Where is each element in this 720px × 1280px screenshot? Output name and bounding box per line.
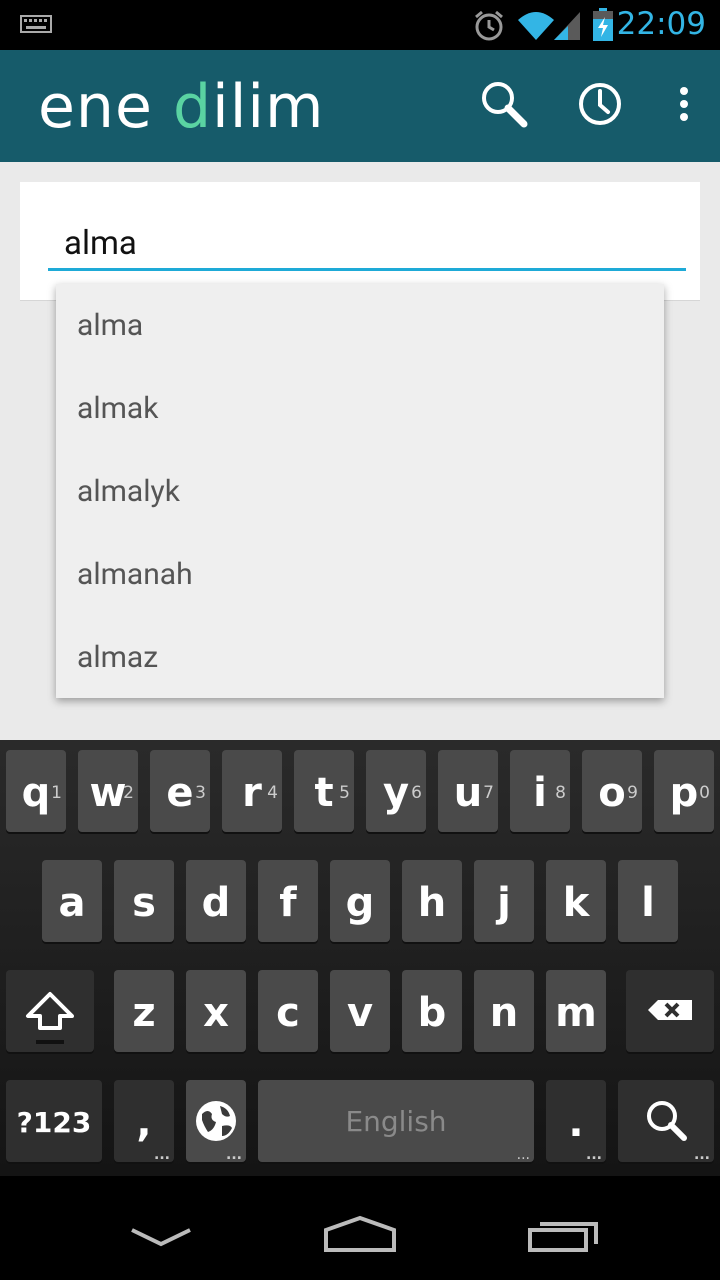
key-hint: 5 (339, 783, 350, 803)
key-label: y (382, 770, 410, 816)
key-g[interactable]: g (330, 860, 390, 942)
logo-text-1: ene (38, 72, 173, 142)
key-p[interactable]: p0 (654, 750, 714, 832)
key-j[interactable]: j (474, 860, 534, 942)
key-r[interactable]: r4 (222, 750, 282, 832)
key-label: e (166, 770, 194, 816)
key-k[interactable]: k (546, 860, 606, 942)
more-keys-indicator: ... (586, 1147, 602, 1163)
suggestion-item[interactable]: almak (56, 367, 664, 450)
key-label: , (136, 1100, 152, 1146)
key-a[interactable]: a (42, 860, 102, 942)
suggestion-item[interactable]: almaz (56, 616, 664, 699)
key-n[interactable]: n (474, 970, 534, 1052)
search-input[interactable] (48, 218, 686, 271)
key-i[interactable]: i8 (510, 750, 570, 832)
key-label: r (242, 770, 262, 816)
search-action-key[interactable]: ... (618, 1080, 714, 1162)
key-label: i (533, 770, 547, 816)
signal-icon (554, 12, 580, 40)
key-hint: 2 (123, 783, 134, 803)
backspace-icon (648, 1000, 692, 1020)
suggestion-item[interactable]: almanah (56, 533, 664, 616)
more-keys-indicator: ... (516, 1147, 530, 1163)
period-key[interactable]: .... (546, 1080, 606, 1162)
key-m[interactable]: m (546, 970, 606, 1052)
more-vert-icon (680, 87, 688, 121)
key-w[interactable]: w2 (78, 750, 138, 832)
space-key[interactable]: English... (258, 1080, 534, 1162)
key-label: p (669, 770, 699, 816)
logo-text-2: ilim (212, 72, 325, 142)
shift-icon (26, 992, 74, 1044)
soft-keyboard: q1 w2 e3 r4 t5 y6 u7 i8 o9 p0 a s d f g … (0, 740, 720, 1176)
language-key[interactable]: ... (186, 1080, 246, 1162)
key-u[interactable]: u7 (438, 750, 498, 832)
key-l[interactable]: l (618, 860, 678, 942)
key-hint: 7 (483, 783, 494, 803)
more-keys-indicator: ... (694, 1147, 710, 1163)
comma-key[interactable]: ,... (114, 1080, 174, 1162)
logo-text-accent: d (172, 72, 213, 142)
keyboard-notification-icon (20, 15, 52, 33)
key-hint: 9 (627, 783, 638, 803)
shift-key[interactable] (6, 970, 94, 1052)
history-button[interactable] (570, 74, 630, 134)
more-keys-indicator: ... (154, 1147, 170, 1163)
backspace-key[interactable] (626, 970, 714, 1052)
key-v[interactable]: v (330, 970, 390, 1052)
suggestion-item[interactable]: alma (56, 284, 664, 367)
key-label: . (568, 1100, 584, 1146)
key-b[interactable]: b (402, 970, 462, 1052)
battery-charging-icon (593, 8, 613, 41)
key-o[interactable]: o9 (582, 750, 642, 832)
more-keys-indicator: ... (226, 1147, 242, 1163)
key-hint: 8 (555, 783, 566, 803)
key-h[interactable]: h (402, 860, 462, 942)
key-label: w (89, 770, 127, 816)
key-hint: 4 (267, 783, 278, 803)
key-e[interactable]: e3 (150, 750, 210, 832)
suggestions-dropdown: alma almak almalyk almanah almaz (56, 284, 664, 698)
status-bar: 22:09 (0, 0, 720, 50)
key-z[interactable]: z (114, 970, 174, 1052)
key-y[interactable]: y6 (366, 750, 426, 832)
wifi-icon (518, 12, 554, 40)
key-d[interactable]: d (186, 860, 246, 942)
key-s[interactable]: s (114, 860, 174, 942)
suggestion-item[interactable]: almalyk (56, 450, 664, 533)
back-icon[interactable] (126, 1222, 196, 1252)
navigation-bar (0, 1176, 720, 1280)
search-icon (482, 82, 528, 128)
key-hint: 0 (699, 783, 710, 803)
key-hint: 3 (195, 783, 206, 803)
key-t[interactable]: t5 (294, 750, 354, 832)
home-icon[interactable] (320, 1210, 400, 1256)
recent-apps-icon[interactable] (524, 1214, 604, 1258)
key-label: t (314, 770, 334, 816)
key-label: o (598, 770, 626, 816)
key-label: u (453, 770, 483, 816)
overflow-menu-button[interactable] (654, 74, 714, 134)
symbols-key[interactable]: ?123 (6, 1080, 102, 1162)
key-hint: 1 (51, 783, 62, 803)
clock-icon (579, 83, 621, 125)
key-x[interactable]: x (186, 970, 246, 1052)
key-hint: 6 (411, 783, 422, 803)
key-label: q (21, 770, 51, 816)
space-label: English (345, 1105, 447, 1138)
app-bar: ene dilim (0, 50, 720, 162)
key-q[interactable]: q1 (6, 750, 66, 832)
alarm-icon (475, 10, 503, 41)
key-c[interactable]: c (258, 970, 318, 1052)
key-f[interactable]: f (258, 860, 318, 942)
search-button[interactable] (474, 74, 534, 134)
status-time: 22:09 (616, 6, 706, 42)
app-logo: ene dilim (38, 72, 325, 142)
